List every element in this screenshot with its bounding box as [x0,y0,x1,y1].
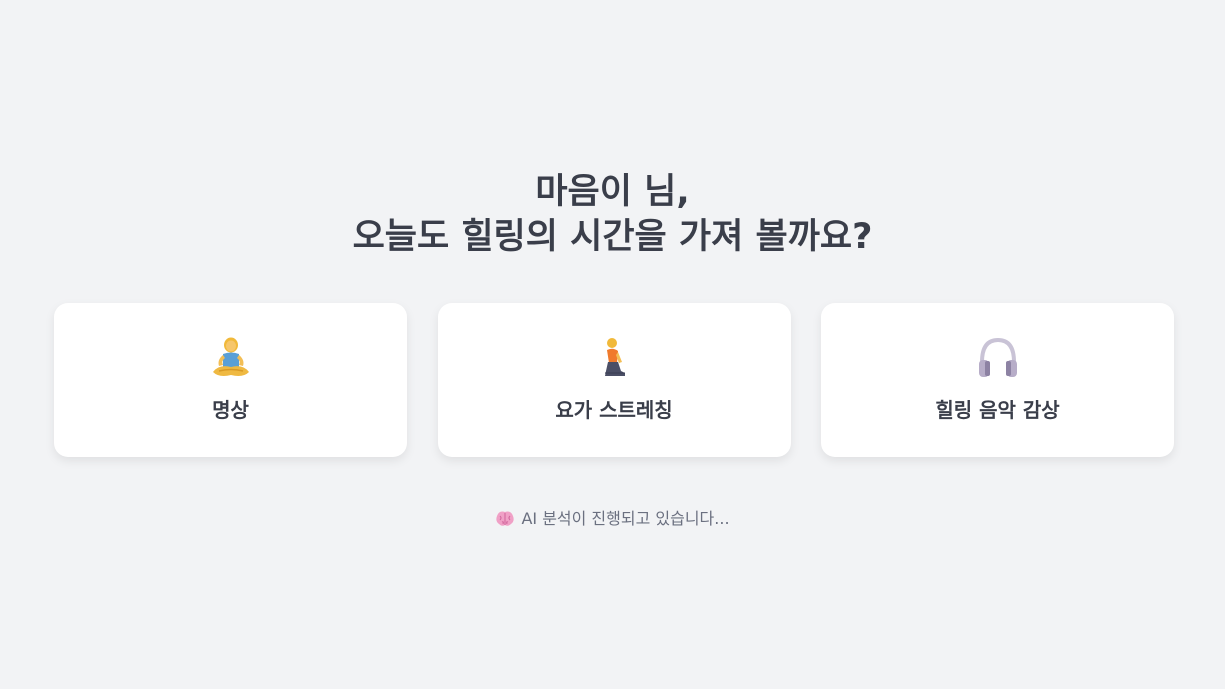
yoga-stretching-label: 요가 스트레칭 [555,398,673,422]
greeting-line-2: 오늘도 힐링의 시간을 가져 볼까요? [352,217,873,257]
brain-icon [495,510,515,528]
yoga-stretching-card[interactable]: 요가 스트레칭 [437,303,791,457]
healing-music-card[interactable]: 힐링 음악 감상 [821,303,1174,457]
meditation-label: 명상 [212,398,249,422]
analysis-status: AI 분석이 진행되고 있습니다... [0,507,1225,531]
activity-cards: 명상 요가 스트레칭 힐링 음악 감상 [54,303,1174,457]
meditation-card[interactable]: 명상 [54,303,407,457]
analysis-status-text: AI 분석이 진행되고 있습니다... [521,509,730,528]
headphones-icon [821,333,1174,381]
yoga-kneeling-icon [438,333,791,381]
healing-music-label: 힐링 음악 감상 [935,398,1060,422]
greeting-heading: 마음이 님, 오늘도 힐링의 시간을 가져 볼까요? [0,170,1225,260]
meditation-icon [54,333,407,381]
greeting-line-1: 마음이 님, [535,172,690,212]
